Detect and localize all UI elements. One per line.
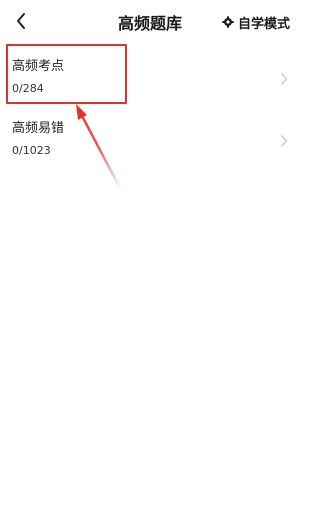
gear-icon bbox=[222, 16, 234, 28]
back-button[interactable] bbox=[12, 9, 32, 33]
header-bar: 高频题库 自学模式 bbox=[0, 0, 300, 42]
chevron-right-icon bbox=[280, 73, 288, 85]
list-item-progress: 0/1023 bbox=[12, 144, 51, 157]
list-item-high-frequency-errors[interactable]: 高频易错 0/1023 bbox=[0, 104, 300, 166]
back-chevron-icon bbox=[17, 13, 25, 29]
chevron-right-icon bbox=[280, 135, 288, 147]
self-study-mode-label: 自学模式 bbox=[237, 16, 290, 32]
annotation-highlight-box bbox=[6, 44, 127, 104]
list-item-title: 高频易错 bbox=[12, 121, 65, 136]
self-study-mode-button[interactable]: 自学模式 bbox=[222, 12, 290, 32]
